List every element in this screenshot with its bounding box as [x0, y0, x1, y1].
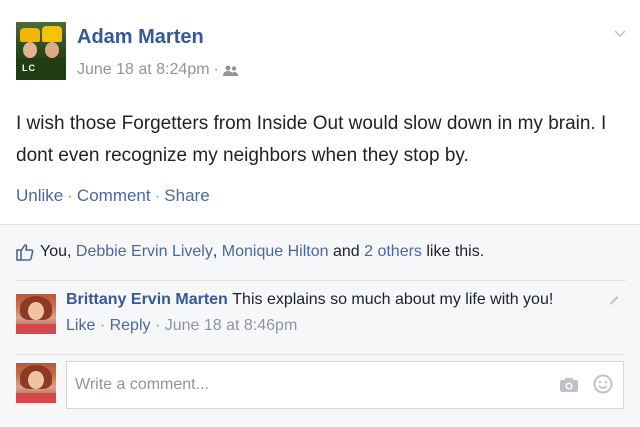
likes-comma: ,	[212, 243, 218, 260]
meta-separator: ·	[213, 61, 219, 78]
thumbs-up-icon	[16, 244, 34, 261]
likes-others-link[interactable]: 2 others	[364, 243, 422, 261]
comment-box[interactable]	[66, 361, 624, 409]
comment-input[interactable]	[73, 372, 547, 398]
comment-link[interactable]: Comment	[77, 186, 151, 205]
avatar-logo: LC	[22, 63, 36, 73]
camera-icon[interactable]	[559, 377, 579, 393]
liker-link[interactable]: Monique Hilton	[222, 243, 329, 261]
likes-you: You,	[40, 243, 72, 260]
comment: Brittany Ervin Marten This explains so m…	[16, 291, 626, 351]
commenter-avatar[interactable]	[16, 294, 56, 334]
post-text: I wish those Forgetters from Inside Out …	[16, 113, 607, 166]
post-header: LC Adam Marten June 18 at 8:24pm ·	[16, 22, 626, 82]
comment-composer	[16, 361, 626, 413]
commenter-name[interactable]: Brittany Ervin Marten	[66, 291, 228, 308]
post-meta: June 18 at 8:24pm ·	[77, 61, 239, 79]
divider	[16, 280, 626, 281]
action-separator: ·	[67, 186, 73, 205]
chevron-down-icon[interactable]	[614, 28, 626, 40]
comment-like-link[interactable]: Like	[66, 317, 95, 334]
my-avatar	[16, 363, 56, 403]
likes-and: and	[332, 243, 360, 260]
liker-link[interactable]: Debbie Ervin Lively	[76, 243, 213, 261]
divider	[16, 354, 626, 355]
comment-reply-link[interactable]: Reply	[110, 317, 151, 334]
smiley-icon[interactable]	[593, 374, 613, 394]
author-name[interactable]: Adam Marten	[77, 26, 204, 49]
feedback-area: You, Debbie Ervin Lively, Monique Hilton…	[0, 224, 640, 427]
post-actions: Unlike · Comment · Share	[16, 186, 210, 206]
comment-separator: ·	[99, 317, 106, 334]
friends-icon[interactable]	[222, 64, 239, 76]
comment-body: Brittany Ervin Marten This explains so m…	[66, 291, 553, 309]
unlike-link[interactable]: Unlike	[16, 186, 63, 205]
comment-timestamp[interactable]: June 18 at 8:46pm	[165, 317, 298, 334]
post-timestamp[interactable]: June 18 at 8:24pm	[77, 61, 210, 79]
author-avatar[interactable]: LC	[16, 22, 66, 80]
action-separator: ·	[154, 186, 161, 205]
likes-summary: You, Debbie Ervin Lively, Monique Hilton…	[16, 243, 484, 261]
share-link[interactable]: Share	[164, 186, 209, 205]
pencil-icon[interactable]	[608, 293, 620, 307]
comment-text: This explains so much about my life with…	[232, 291, 554, 308]
likes-suffix: like this.	[426, 243, 485, 260]
comment-actions: Like · Reply · June 18 at 8:46pm	[66, 317, 297, 335]
comment-separator: ·	[154, 317, 161, 334]
